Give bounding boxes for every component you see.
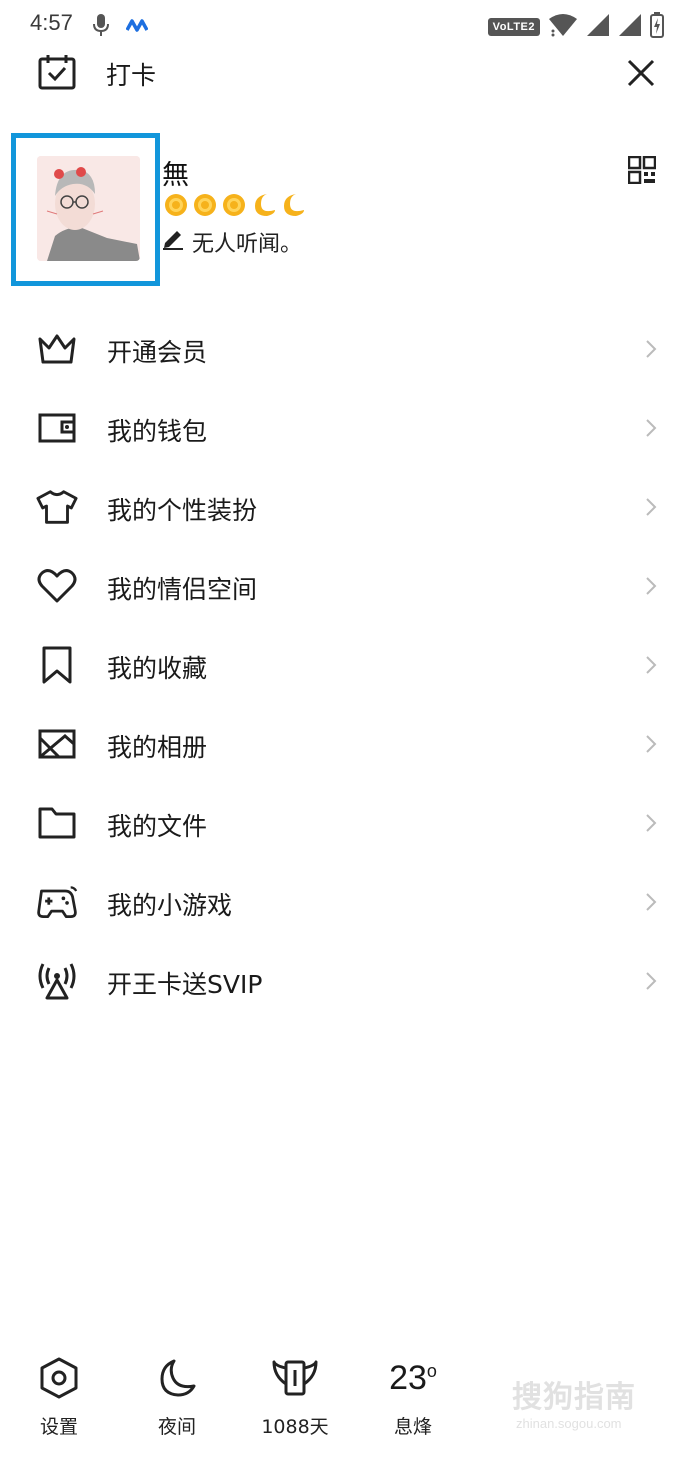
signal-icon bbox=[618, 13, 642, 41]
menu-item-label: 开通会员 bbox=[107, 338, 208, 367]
chevron-right-icon bbox=[645, 971, 657, 995]
level-badges[interactable] bbox=[162, 192, 306, 222]
wifi-icon bbox=[548, 13, 578, 41]
weather-button[interactable]: 23o 息烽 bbox=[358, 1350, 468, 1439]
signature[interactable]: 无人听闻。 bbox=[162, 226, 302, 258]
volte-badge: VoLTE2 bbox=[487, 18, 540, 36]
menu-item-files[interactable]: 我的文件 bbox=[0, 783, 692, 862]
checkin-label: 打卡 bbox=[106, 61, 157, 90]
menu-item-wallet[interactable]: 我的钱包 bbox=[0, 388, 692, 467]
winged-card-icon bbox=[240, 1350, 350, 1406]
city-label: 息烽 bbox=[393, 1416, 432, 1438]
chevron-right-icon bbox=[645, 418, 657, 442]
menu-item-couple-space[interactable]: 我的情侣空间 bbox=[0, 546, 692, 625]
sun-level-icon bbox=[220, 192, 248, 222]
chevron-right-icon bbox=[645, 813, 657, 837]
settings-button[interactable]: 设置 bbox=[4, 1350, 114, 1439]
close-button[interactable] bbox=[626, 58, 656, 92]
calendar-check-icon bbox=[38, 54, 76, 94]
menu-item-label: 我的钱包 bbox=[107, 417, 208, 446]
app-notification-icon bbox=[125, 17, 149, 36]
avatar-highlight[interactable] bbox=[11, 133, 160, 286]
chevron-right-icon bbox=[645, 734, 657, 758]
username[interactable]: 無 bbox=[162, 153, 189, 192]
status-bar: 4:57 VoLTE2 bbox=[0, 0, 692, 52]
mic-icon bbox=[92, 13, 110, 41]
folder-icon bbox=[36, 804, 78, 842]
sun-level-icon bbox=[191, 192, 219, 222]
moon-level-icon bbox=[278, 192, 306, 222]
signature-text: 无人听闻。 bbox=[192, 232, 303, 257]
heart-icon bbox=[36, 567, 78, 605]
signal-icon bbox=[586, 13, 610, 41]
tshirt-icon bbox=[36, 488, 78, 526]
chevron-right-icon bbox=[645, 497, 657, 521]
chevron-right-icon bbox=[645, 892, 657, 916]
menu-item-mini-games[interactable]: 我的小游戏 bbox=[0, 862, 692, 941]
battery-icon bbox=[650, 12, 664, 42]
checkin-button[interactable]: 打卡 bbox=[38, 54, 156, 94]
menu-item-favorites[interactable]: 我的收藏 bbox=[0, 625, 692, 704]
temperature-value: 23o bbox=[389, 1358, 437, 1397]
gamepad-icon bbox=[36, 883, 78, 921]
watermark: 搜狗指南 bbox=[512, 1380, 636, 1415]
crown-icon bbox=[36, 330, 78, 368]
status-time: 4:57 bbox=[30, 10, 73, 35]
avatar[interactable] bbox=[37, 156, 140, 261]
sun-level-icon bbox=[162, 192, 190, 222]
qr-code-button[interactable] bbox=[627, 155, 657, 188]
night-label: 夜间 bbox=[157, 1416, 196, 1438]
days-label: 1088天 bbox=[261, 1416, 329, 1438]
moon-level-icon bbox=[249, 192, 277, 222]
menu-item-label: 我的小游戏 bbox=[107, 891, 233, 920]
menu-item-vip[interactable]: 开通会员 bbox=[0, 309, 692, 388]
broadcast-icon bbox=[36, 962, 78, 1000]
menu-item-label: 我的收藏 bbox=[107, 654, 208, 683]
moon-icon bbox=[122, 1350, 232, 1406]
settings-label: 设置 bbox=[39, 1416, 78, 1438]
menu-item-king-card-svip[interactable]: 开王卡送SVIP bbox=[0, 941, 692, 1020]
photo-album-icon bbox=[36, 725, 78, 763]
top-bar: 打卡 bbox=[0, 52, 692, 98]
chevron-right-icon bbox=[645, 339, 657, 363]
chevron-right-icon bbox=[645, 655, 657, 679]
degree-symbol: o bbox=[426, 1360, 437, 1381]
menu-item-label: 我的相册 bbox=[107, 733, 208, 762]
menu-item-album[interactable]: 我的相册 bbox=[0, 704, 692, 783]
chevron-right-icon bbox=[645, 576, 657, 600]
qr-code-icon bbox=[627, 155, 657, 188]
menu-item-label: 我的个性装扮 bbox=[107, 496, 258, 525]
close-icon bbox=[626, 59, 656, 92]
night-mode-button[interactable]: 夜间 bbox=[122, 1350, 232, 1439]
menu-item-label: 我的文件 bbox=[107, 812, 208, 841]
menu-item-label: 开王卡送SVIP bbox=[107, 970, 263, 999]
bookmark-icon bbox=[36, 646, 78, 684]
wallet-icon bbox=[36, 409, 78, 447]
pencil-icon bbox=[162, 228, 192, 256]
settings-hexagon-icon bbox=[4, 1350, 114, 1406]
menu-item-dress-up[interactable]: 我的个性装扮 bbox=[0, 467, 692, 546]
days-button[interactable]: 1088天 bbox=[240, 1350, 350, 1439]
watermark-sub: zhinan.sogou.com bbox=[516, 1416, 622, 1431]
menu-list: 开通会员 我的钱包 我的个性装扮 我的情侣空间 我的收藏 我的相册 我的文件 我… bbox=[0, 309, 692, 1020]
menu-item-label: 我的情侣空间 bbox=[107, 575, 258, 604]
